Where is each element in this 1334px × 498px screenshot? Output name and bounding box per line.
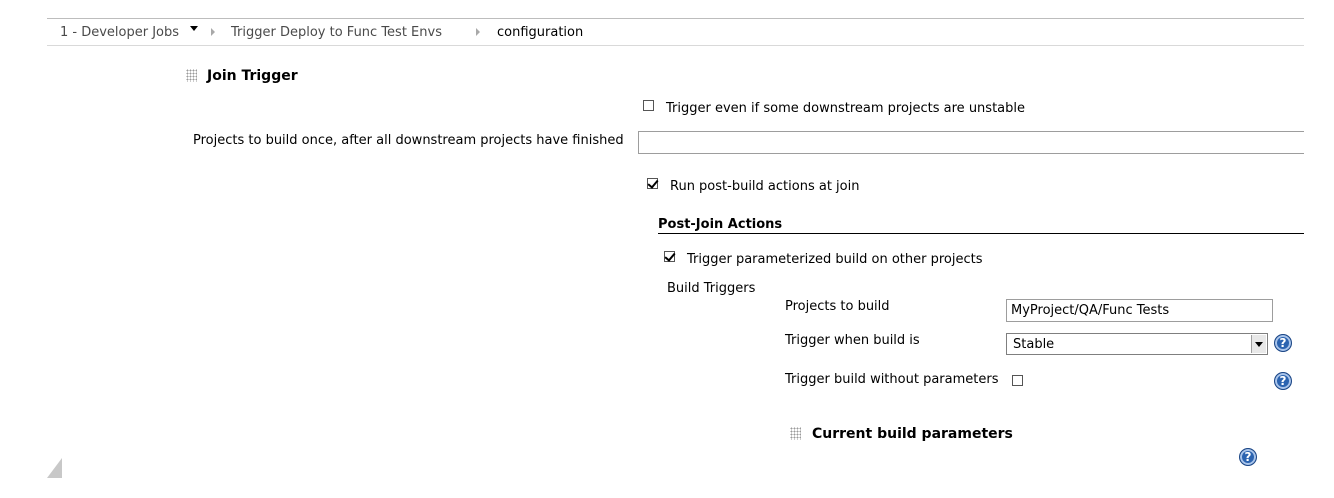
join-trigger-title: Join Trigger bbox=[207, 68, 298, 84]
run-postbuild-checkbox[interactable] bbox=[647, 178, 658, 189]
unstable-checkbox[interactable] bbox=[643, 100, 654, 111]
breadcrumb-item-configuration[interactable]: configuration bbox=[497, 25, 583, 40]
projects-to-build-label: Projects to build bbox=[785, 299, 890, 314]
drag-handle-icon[interactable] bbox=[790, 427, 801, 440]
projects-after-downstream-label: Projects to build once, after all downst… bbox=[193, 133, 624, 148]
chevron-down-icon[interactable] bbox=[190, 26, 198, 31]
divider bbox=[658, 233, 1304, 234]
post-join-title: Post-Join Actions bbox=[658, 217, 783, 232]
without-params-label: Trigger build without parameters bbox=[785, 372, 999, 387]
unstable-label: Trigger even if some downstream projects… bbox=[666, 101, 1025, 116]
dropdown-arrow-icon[interactable] bbox=[1251, 335, 1266, 353]
projects-after-downstream-input[interactable] bbox=[638, 131, 1304, 154]
projects-to-build-input[interactable] bbox=[1006, 299, 1273, 322]
help-icon[interactable]: ? bbox=[1239, 448, 1257, 466]
build-triggers-label: Build Triggers bbox=[667, 281, 756, 296]
breadcrumb-separator-icon bbox=[476, 28, 480, 36]
help-icon[interactable]: ? bbox=[1274, 372, 1292, 390]
breadcrumb-item-developer-jobs[interactable]: 1 - Developer Jobs bbox=[60, 25, 179, 40]
breadcrumb: 1 - Developer Jobs Trigger Deploy to Fun… bbox=[47, 18, 1304, 46]
drag-handle-icon[interactable] bbox=[186, 69, 197, 82]
breadcrumb-separator-icon bbox=[211, 28, 215, 36]
param-trigger-checkbox[interactable] bbox=[664, 251, 675, 262]
trigger-when-value: Stable bbox=[1013, 337, 1055, 352]
help-icon[interactable]: ? bbox=[1274, 334, 1292, 352]
param-trigger-label: Trigger parameterized build on other pro… bbox=[687, 252, 983, 267]
trigger-when-label: Trigger when build is bbox=[785, 333, 920, 348]
resize-corner bbox=[47, 458, 62, 478]
without-params-checkbox[interactable] bbox=[1012, 375, 1023, 386]
current-params-title: Current build parameters bbox=[812, 426, 1013, 442]
run-postbuild-label: Run post-build actions at join bbox=[670, 179, 860, 194]
trigger-when-select[interactable]: Stable bbox=[1006, 333, 1268, 355]
breadcrumb-item-job[interactable]: Trigger Deploy to Func Test Envs bbox=[231, 25, 442, 40]
